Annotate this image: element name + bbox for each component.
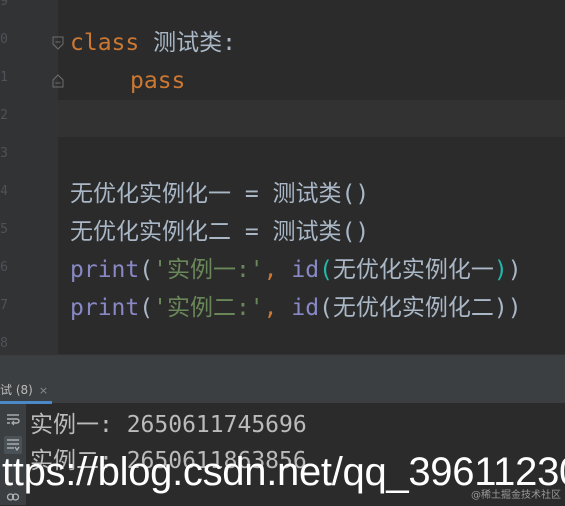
call-parens: () — [341, 219, 370, 245]
comma: , — [263, 295, 292, 321]
argument-name: 无优化实例化一 — [332, 257, 494, 283]
run-tab-bar: 试 (8) × — [0, 378, 565, 404]
assign-operator: = — [231, 181, 273, 207]
line-number: 2 — [0, 108, 8, 123]
class-call: 测试类 — [272, 219, 342, 245]
close-icon[interactable]: × — [39, 378, 48, 403]
class-call: 测试类 — [272, 181, 342, 207]
paren-open: ( — [139, 257, 154, 283]
console-output-line: 实例一: 2650611745696 — [30, 412, 307, 438]
panel-divider[interactable] — [0, 354, 565, 379]
code-line-print-one[interactable]: print('实例一:', id(无优化实例化一)) — [70, 254, 522, 286]
code-line-instance-one[interactable]: 无优化实例化一 = 测试类() — [70, 178, 369, 210]
argument-name: 无优化实例化二 — [332, 295, 494, 321]
class-name: 测试类 — [153, 30, 223, 56]
paren-open: ( — [139, 295, 154, 321]
line-number: 1 — [0, 70, 8, 85]
string-literal: '实例一:' — [153, 257, 264, 283]
line-number: 7 — [0, 298, 8, 313]
paren-open: ( — [319, 257, 333, 283]
keyword-class: class — [70, 30, 140, 56]
variable-name: 无优化实例化一 — [70, 181, 231, 207]
paren-open: ( — [319, 295, 333, 321]
code-line-print-two[interactable]: print('实例二:', id(无优化实例化二)) — [70, 292, 522, 324]
line-number: 6 — [0, 260, 8, 275]
fold-end-icon[interactable] — [51, 74, 65, 88]
builtin-print: print — [70, 257, 140, 283]
builtin-print: print — [70, 295, 140, 321]
variable-name: 无优化实例化二 — [70, 219, 231, 245]
code-line-pass[interactable]: pass — [70, 65, 185, 97]
colon: : — [222, 30, 236, 56]
line-number: 0 — [0, 32, 8, 47]
paren-close: ) — [507, 257, 522, 283]
line-number: 5 — [0, 222, 8, 237]
watermark-site: @稀土掘金技术社区 — [471, 490, 561, 501]
assign-operator: = — [231, 219, 273, 245]
call-parens: () — [341, 181, 370, 207]
code-line-class-def[interactable]: class 测试类: — [70, 27, 236, 59]
paren-close: ) — [493, 257, 508, 283]
editor-gutter: 0 1 2 3 4 5 6 7 8 9 — [0, 0, 58, 354]
line-number: 8 — [0, 336, 8, 351]
builtin-id: id — [291, 257, 320, 283]
line-number: 9 — [0, 0, 8, 9]
string-literal: '实例二:' — [153, 295, 264, 321]
run-tab[interactable]: 试 (8) × — [0, 378, 53, 404]
line-number: 4 — [0, 184, 8, 199]
fold-open-icon[interactable] — [51, 36, 65, 50]
soft-wrap-icon[interactable] — [4, 410, 22, 428]
paren-close: ) — [493, 295, 508, 321]
paren-close: ) — [507, 295, 522, 321]
line-number: 3 — [0, 146, 8, 161]
code-line-instance-two[interactable]: 无优化实例化二 = 测试类() — [70, 216, 369, 248]
comma: , — [263, 257, 292, 283]
keyword-pass: pass — [130, 68, 186, 94]
run-tab-label: 试 (8) — [0, 383, 33, 397]
current-line-highlight — [58, 100, 565, 137]
builtin-id: id — [291, 295, 320, 321]
code-editor[interactable]: 0 1 2 3 4 5 6 7 8 9 class 测试类: pass 无优化实… — [0, 0, 565, 354]
